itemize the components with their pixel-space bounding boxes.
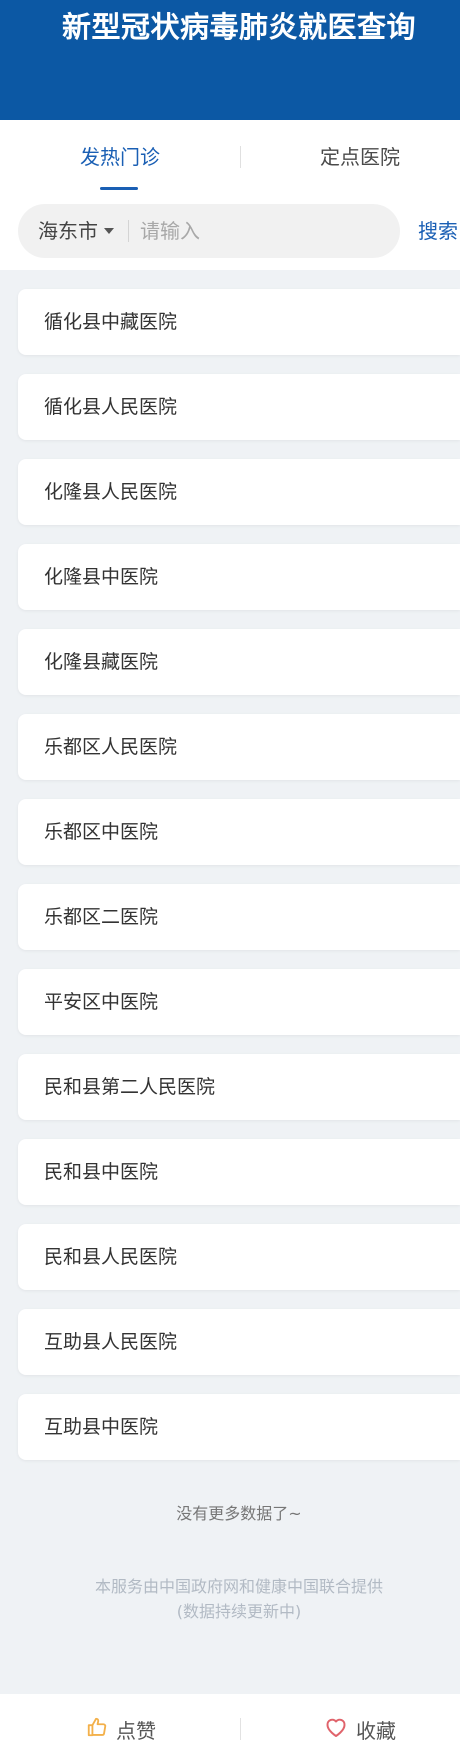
hospital-card[interactable]: 互助县中医院 <box>18 1394 460 1460</box>
hospital-card[interactable]: 互助县人民医院 <box>18 1309 460 1375</box>
city-select[interactable]: 海东市 <box>38 204 114 258</box>
hospital-name: 民和县中医院 <box>44 1161 159 1183</box>
header: 新型冠状病毒肺炎就医查询 <box>0 0 460 120</box>
footer-line-2: (数据持续更新中) <box>176 1602 302 1621</box>
hospital-name: 平安区中医院 <box>44 991 159 1013</box>
active-tab-indicator <box>100 187 138 190</box>
favorite-label: 收藏 <box>356 1718 396 1743</box>
hospital-card[interactable]: 循化县人民医院 <box>18 374 460 440</box>
caret-down-icon <box>104 227 114 234</box>
tab-bar: 发热门诊 定点医院 <box>0 120 460 200</box>
page-title: 新型冠状病毒肺炎就医查询 <box>61 10 416 44</box>
bottom-bar-divider <box>240 1718 241 1740</box>
search-box: 海东市 <box>18 204 400 258</box>
hospital-card[interactable]: 民和县中医院 <box>18 1139 460 1205</box>
tab-designated-hospital-label: 定点医院 <box>320 145 400 169</box>
hospital-name: 循化县中藏医院 <box>44 311 178 333</box>
thumbs-up-icon <box>86 1716 116 1743</box>
hospital-name: 互助县人民医院 <box>44 1331 178 1353</box>
hospital-name: 民和县人民医院 <box>44 1246 178 1268</box>
hospital-card[interactable]: 乐都区人民医院 <box>18 714 460 780</box>
like-label: 点赞 <box>116 1718 156 1743</box>
hospital-card[interactable]: 化隆县中医院 <box>18 544 460 610</box>
hospital-card[interactable]: 化隆县人民医院 <box>18 459 460 525</box>
search-input[interactable] <box>140 204 390 258</box>
hospital-card[interactable]: 循化县中藏医院 <box>18 289 460 355</box>
search-divider <box>128 220 129 242</box>
hospital-name: 化隆县人民医院 <box>44 481 178 503</box>
search-button[interactable]: 搜索 <box>418 204 458 258</box>
hospital-card[interactable]: 平安区中医院 <box>18 969 460 1035</box>
search-area: 海东市 搜索 <box>0 200 460 270</box>
page: 新型冠状病毒肺炎就医查询 发热门诊 定点医院 海东市 搜索 循化县中藏医院循化县… <box>0 0 460 1764</box>
city-select-label: 海东市 <box>38 219 98 243</box>
hospital-name: 乐都区中医院 <box>44 821 159 843</box>
bottom-bar: 点赞 收藏 <box>0 1694 460 1764</box>
hospital-name: 互助县中医院 <box>44 1416 159 1438</box>
hospital-card[interactable]: 民和县第二人民医院 <box>18 1054 460 1120</box>
favorite-button[interactable]: 收藏 <box>324 1694 396 1764</box>
hospital-card[interactable]: 民和县人民医院 <box>18 1224 460 1290</box>
hospital-name: 循化县人民医院 <box>44 396 178 418</box>
tab-designated-hospital[interactable]: 定点医院 <box>240 120 460 200</box>
hospital-name: 化隆县藏医院 <box>44 651 159 673</box>
hospital-name: 乐都区二医院 <box>44 906 159 928</box>
hospital-list: 循化县中藏医院 循化县人民医院 化隆县人民医院 化隆县中医院 化隆县藏医院 乐都区人民医院… <box>18 289 460 1479</box>
tab-fever-clinic-label: 发热门诊 <box>80 145 160 169</box>
hospital-card[interactable]: 乐都区中医院 <box>18 799 460 865</box>
footer-line-1: 本服务由中国政府网和健康中国联合提供 <box>94 1577 383 1596</box>
footer-note: 本服务由中国政府网和健康中国联合提供 (数据持续更新中) <box>0 1574 460 1624</box>
hospital-card[interactable]: 化隆县藏医院 <box>18 629 460 695</box>
list-end-text: 没有更多数据了~ <box>176 1504 302 1523</box>
hospital-card[interactable]: 乐都区二医院 <box>18 884 460 950</box>
hospital-name: 民和县第二人民医院 <box>44 1076 216 1098</box>
hospital-name: 乐都区人民医院 <box>44 736 178 758</box>
heart-icon <box>324 1716 356 1743</box>
like-button[interactable]: 点赞 <box>86 1694 156 1764</box>
hospital-name: 化隆县中医院 <box>44 566 159 588</box>
